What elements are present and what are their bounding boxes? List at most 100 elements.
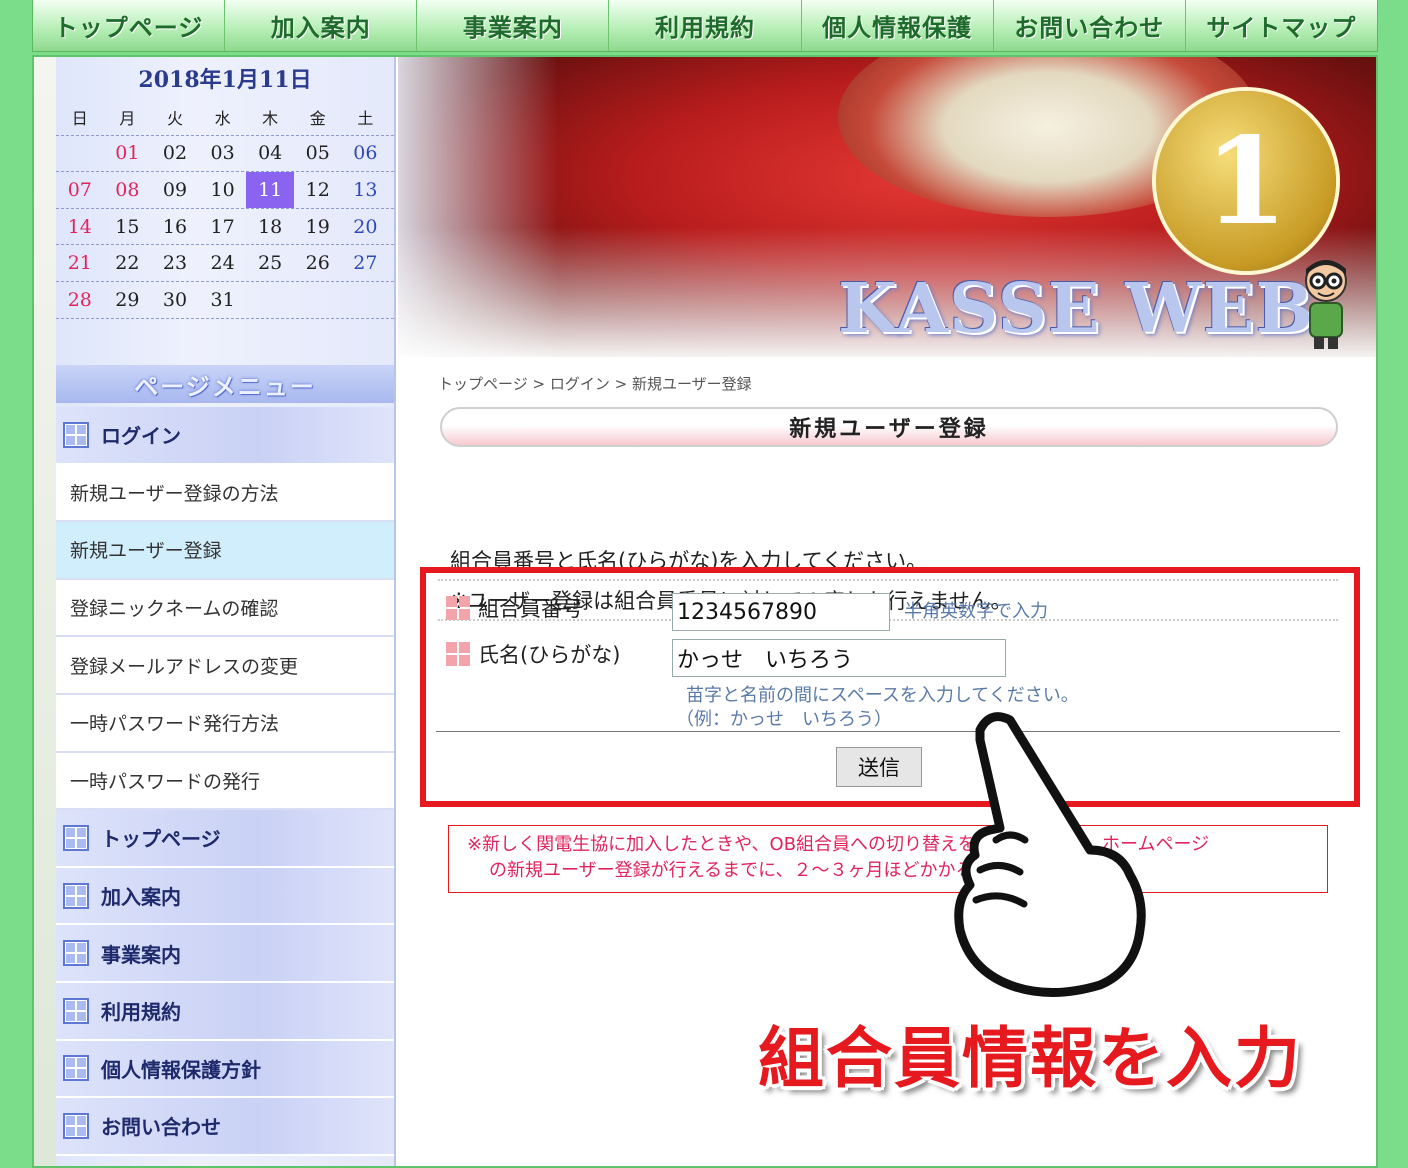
header-banner: 1 KASSE WEB: [398, 57, 1376, 357]
sidebar: 2018年1月11日 日 月 火 水 木 金 土 01 02 03 04 05 06 07 0…: [56, 57, 396, 1166]
name-label: 氏名(ひらがな): [446, 639, 620, 669]
calendar-day: 07: [67, 178, 92, 201]
menu-sub-nickname-check[interactable]: 登録ニックネームの確認: [56, 579, 394, 638]
calendar-week: 28 29 30 31: [56, 282, 394, 319]
nav-contact[interactable]: お問い合わせ: [994, 0, 1186, 51]
calendar-weeks: 01 02 03 04 05 06 07 08 09 10 11 12 13 14 15 16 17 18 19 20…: [56, 136, 394, 319]
registration-form: 組合員番号 半角英数字で入力 氏名(ひらがな) 苗字と名前の間にスペースを入力し…: [420, 567, 1360, 807]
calendar-week: 01 02 03 04 05 06: [56, 136, 394, 173]
calendar-day: 18: [258, 215, 283, 238]
calendar-day: 15: [115, 215, 140, 238]
calendar-day: 29: [115, 288, 140, 311]
annotation-caption: 組合員情報を入力: [758, 1020, 1302, 1097]
calendar-day: 14: [67, 215, 92, 238]
banner-number-medal: 1: [1156, 91, 1336, 271]
menu-head-label: お問い合わせ: [101, 1115, 221, 1140]
menu-sub-registration-method[interactable]: 新規ユーザー登録の方法: [56, 464, 394, 523]
kasse-web-logo: KASSE WEB: [838, 269, 1315, 349]
calendar-title: 2018年1月11日: [138, 67, 312, 93]
calendar-day: 13: [353, 178, 378, 201]
menu-sub-temp-password-method[interactable]: 一時パスワード発行方法: [56, 694, 394, 753]
calendar-day: 23: [162, 252, 188, 275]
submit-button[interactable]: 送信: [836, 747, 922, 787]
page-menu-title: ページメニュー: [56, 365, 394, 403]
calendar-today: 11: [246, 172, 294, 208]
menu-square-icon: [63, 824, 89, 851]
calendar-day: 03: [210, 142, 235, 165]
menu-head-label: 利用規約: [101, 1000, 181, 1025]
menu-head-login[interactable]: ログイン: [56, 407, 394, 465]
menu-head-membership[interactable]: 加入案内: [56, 867, 394, 926]
breadcrumb-home[interactable]: トップページ: [438, 375, 528, 393]
weekday-tue: 火: [166, 108, 183, 128]
pink-square-icon: [446, 596, 470, 620]
menu-sub-temp-password-issue[interactable]: 一時パスワードの発行: [56, 752, 394, 811]
member-number-label-text: 組合員番号: [478, 597, 583, 621]
weekday-mon: 月: [119, 108, 136, 128]
menu-square-icon: [63, 882, 89, 909]
page-frame: 2018年1月11日 日 月 火 水 木 金 土 01 02 03 04 05 06 07 0…: [32, 55, 1378, 1168]
menu-square-icon: [63, 1112, 89, 1139]
menu-head-label: 個人情報保護方針: [101, 1057, 261, 1082]
calendar-weekdays: 日 月 火 水 木 金 土: [56, 99, 394, 136]
calendar-day: 20: [353, 215, 378, 238]
calendar-day: 17: [210, 215, 235, 238]
menu-square-icon: [63, 1055, 89, 1082]
breadcrumb-separator: >: [609, 375, 632, 393]
pointing-hand-icon: [954, 712, 1146, 997]
menu-head-top-page[interactable]: トップページ: [56, 810, 394, 868]
menu-head-label: 事業案内: [101, 942, 181, 967]
form-divider: [436, 731, 1340, 732]
calendar-day: 27: [353, 252, 378, 275]
calendar-week: 14 15 16 17 18 19 20: [56, 209, 394, 246]
nav-terms[interactable]: 利用規約: [609, 0, 802, 51]
menu-head-label: ログイン: [101, 424, 181, 449]
breadcrumb-current: 新規ユーザー登録: [631, 375, 752, 393]
calendar-day: 22: [115, 252, 140, 275]
page-menu: ログイン 新規ユーザー登録の方法 新規ユーザー登録 登録ニックネームの確認 登録…: [56, 407, 394, 1156]
breadcrumb-login[interactable]: ログイン: [550, 375, 610, 393]
menu-head-terms[interactable]: 利用規約: [56, 982, 394, 1041]
calendar-day: 04: [258, 142, 283, 165]
calendar-day: 05: [305, 142, 330, 165]
menu-square-icon: [63, 421, 89, 448]
notice-line: の新規ユーザー登録が行えるまでに、２～３ヶ月ほどかかる場合があります。: [489, 860, 1116, 881]
calendar-day: 16: [162, 215, 188, 238]
nav-privacy[interactable]: 個人情報保護: [802, 0, 994, 51]
calendar-day: 09: [162, 178, 188, 201]
calendar-week: 07 08 09 10 11 12 13: [56, 172, 394, 209]
nav-top-page[interactable]: トップページ: [33, 0, 226, 51]
member-number-hint: 半角英数字で入力: [904, 601, 1048, 622]
menu-sub-email-change[interactable]: 登録メールアドレスの変更: [56, 637, 394, 695]
nav-services[interactable]: 事業案内: [417, 0, 610, 51]
name-example: （例：かっせ いちろう）: [676, 709, 892, 730]
menu-head-label: 加入案内: [101, 885, 181, 910]
member-number-label: 組合員番号: [446, 593, 583, 623]
name-input[interactable]: [672, 639, 1006, 677]
notice-line: ※新しく関電生協に加入したときや、OB組合員への切り替えを行ったときは、ホームペ…: [467, 834, 1210, 855]
calendar-day: 10: [210, 178, 235, 201]
menu-head-privacy-policy[interactable]: 個人情報保護方針: [56, 1040, 394, 1099]
name-label-text: 氏名(ひらがな): [478, 643, 621, 667]
menu-head-services[interactable]: 事業案内: [56, 925, 394, 983]
member-number-input[interactable]: [672, 593, 890, 631]
calendar: 日 月 火 水 木 金 土 01 02 03 04 05 06 07 08 09 10 11 12 13…: [56, 99, 394, 319]
calendar-day: 19: [305, 215, 330, 238]
weekday-sun: 日: [71, 108, 88, 128]
breadcrumb-separator: >: [527, 375, 550, 393]
nav-membership[interactable]: 加入案内: [225, 0, 418, 51]
page-title: 新規ユーザー登録: [440, 407, 1338, 447]
calendar-day: [246, 282, 294, 318]
menu-head-contact[interactable]: お問い合わせ: [56, 1098, 394, 1156]
weekday-wed: 水: [214, 108, 231, 128]
menu-square-icon: [63, 997, 89, 1024]
menu-sub-registration[interactable]: 新規ユーザー登録: [56, 522, 394, 580]
calendar-day: 30: [162, 288, 188, 311]
calendar-day: [56, 136, 104, 172]
sidebar-edge: [34, 57, 56, 1166]
calendar-day: 21: [67, 252, 92, 275]
nav-sitemap[interactable]: サイトマップ: [1186, 0, 1377, 51]
calendar-week: 21 22 23 24 25 26 27: [56, 245, 394, 282]
calendar-day: 26: [305, 252, 330, 275]
weekday-fri: 金: [309, 108, 326, 128]
